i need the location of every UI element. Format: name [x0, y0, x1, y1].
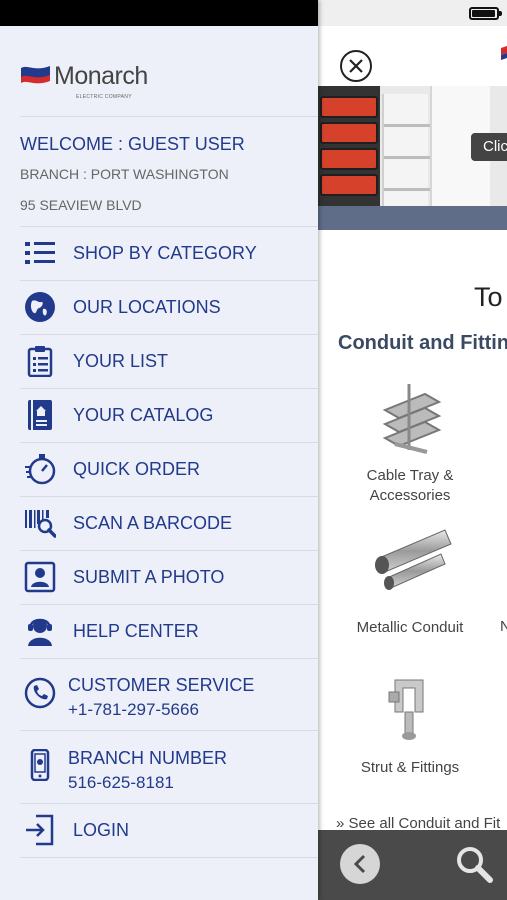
menu-item-scan-a-barcode[interactable]: SCAN A BARCODE: [0, 497, 318, 550]
menu-label: BRANCH NUMBER: [68, 748, 228, 768]
login-arrow-icon: [26, 814, 54, 846]
strut-clamp-image: [365, 672, 455, 752]
menu-item-your-list[interactable]: YOUR LIST: [0, 335, 318, 388]
category-heading: Conduit and Fittin: [338, 332, 507, 354]
monarch-flag-icon: [21, 66, 50, 84]
menu-label: OUR LOCATIONS: [73, 297, 221, 317]
divider: [20, 857, 318, 858]
battery-icon: [469, 7, 499, 20]
menu-item-login[interactable]: LOGIN: [0, 804, 318, 857]
product-name: Strut & Fittings: [360, 759, 460, 776]
phone-icon: [24, 677, 56, 709]
back-button[interactable]: [340, 844, 380, 884]
section-title: To: [474, 282, 503, 312]
address-text: 95 SEAVIEW BLVD: [20, 197, 142, 213]
drawer-top-bar: [0, 0, 318, 26]
branch-text: BRANCH : PORT WASHINGTON: [20, 166, 229, 182]
mobile-phone-icon: [30, 749, 50, 781]
menu-label: SCAN A BARCODE: [73, 513, 233, 533]
metallic-conduit-image: [365, 522, 455, 602]
cable-tray-image: [365, 380, 455, 460]
close-icon: [349, 59, 363, 73]
navigation-drawer: Monarch ELECTRIC COMPANY WELCOME : GUEST…: [0, 0, 318, 900]
promo-banner[interactable]: Click: [318, 86, 507, 206]
menu-item-customer-service[interactable]: CUSTOMER SERVICE +1-781-297-5666: [0, 659, 318, 730]
menu-label: QUICK ORDER: [73, 459, 201, 479]
menu-item-our-locations[interactable]: OUR LOCATIONS: [0, 281, 318, 334]
barcode-scan-icon: [25, 510, 56, 538]
product-metallic-conduit[interactable]: Metallic Conduit: [350, 522, 470, 638]
divider: [20, 116, 318, 117]
banner-strip: [318, 206, 507, 230]
menu-label: SUBMIT A PHOTO: [73, 567, 225, 587]
product-name: Metallic Conduit: [356, 619, 464, 636]
logo-tagline: ELECTRIC COMPANY: [76, 94, 132, 100]
menu-item-help-center[interactable]: HELP CENTER: [0, 605, 318, 658]
menu-label: LOGIN: [73, 820, 130, 840]
menu-label: HELP CENTER: [73, 621, 199, 641]
chevron-left-icon: [353, 854, 366, 874]
close-drawer-button[interactable]: [340, 50, 372, 82]
list-icon: [25, 242, 55, 264]
menu-item-branch-number[interactable]: BRANCH NUMBER 516-625-8181: [0, 731, 318, 803]
menu-label: YOUR LIST: [73, 351, 169, 371]
catalog-book-icon: [28, 400, 52, 430]
headset-agent-icon: [28, 618, 52, 646]
menu-label: YOUR CATALOG: [73, 405, 214, 425]
product-strut-fittings[interactable]: Strut & Fittings: [350, 672, 470, 778]
clipboard-list-icon: [27, 346, 53, 377]
bottom-toolbar: [318, 830, 507, 900]
battery-tip: [499, 11, 502, 16]
product-name: Cable Tray & Accessories: [366, 467, 454, 504]
welcome-text: WELCOME : GUEST USER: [20, 134, 245, 154]
status-bar: [318, 0, 507, 26]
search-icon: [457, 847, 493, 883]
search-button[interactable]: [454, 844, 494, 884]
logo-wordmark: Monarch: [54, 62, 148, 90]
customer-service-phone[interactable]: +1-781-297-5666: [68, 700, 199, 720]
app-content-panel: Click To Conduit and Fittin Cable Tray &…: [318, 0, 507, 900]
product-name-fragment: N: [500, 618, 507, 635]
menu-item-quick-order[interactable]: QUICK ORDER: [0, 443, 318, 496]
menu-label: SHOP BY CATEGORY: [73, 243, 257, 263]
banner-shelf-image: [382, 94, 430, 206]
menu-item-your-catalog[interactable]: YOUR CATALOG: [0, 389, 318, 442]
monarch-logo: Monarch ELECTRIC COMPANY: [20, 62, 160, 102]
photo-portrait-icon: [24, 561, 56, 593]
banner-click-button[interactable]: Click: [471, 133, 507, 161]
stopwatch-icon: [25, 454, 56, 485]
menu-item-shop-by-category[interactable]: SHOP BY CATEGORY: [0, 227, 318, 280]
product-cable-tray[interactable]: Cable Tray & Accessories: [350, 380, 470, 506]
brand-logo-fragment-icon: [501, 46, 507, 60]
branch-phone[interactable]: 516-625-8181: [68, 773, 174, 793]
banner-tool-cases-image: [318, 86, 380, 206]
location-globe-icon: [25, 292, 55, 322]
menu-label: CUSTOMER SERVICE: [68, 675, 255, 695]
menu-item-submit-a-photo[interactable]: SUBMIT A PHOTO: [0, 551, 318, 604]
